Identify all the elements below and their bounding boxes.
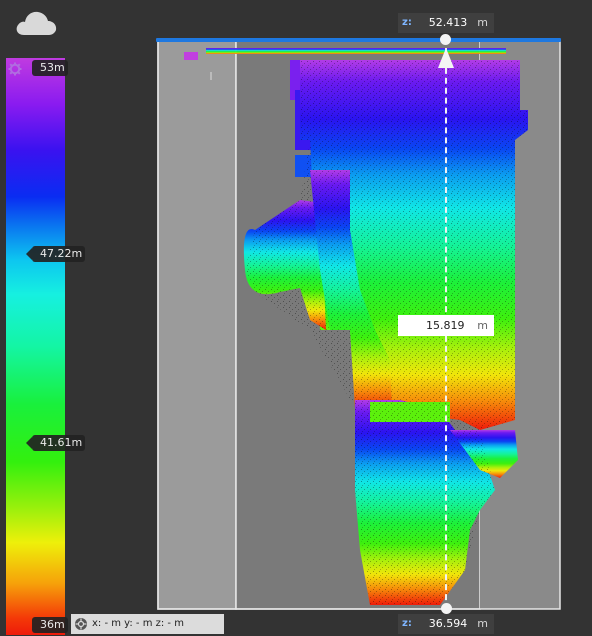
measure-distance-value: 15.819 (426, 319, 465, 332)
measure-top-point[interactable] (440, 34, 451, 45)
clip-box-left-panel (157, 40, 237, 610)
measure-distance-unit: m (477, 319, 488, 332)
elevation-color-scale (6, 58, 65, 635)
z-axis-label: z: (402, 618, 412, 629)
measure-bottom-unit: m (477, 617, 488, 630)
clipping-plane-handle[interactable] (156, 38, 561, 42)
scale-min-label: 36m (32, 617, 68, 633)
measure-top-value: 52.413 (428, 16, 468, 29)
measure-bottom-value: 36.594 (428, 617, 468, 630)
measure-arrow-icon[interactable] (437, 47, 455, 69)
z-axis-label: z: (402, 17, 412, 28)
measure-bottom-point[interactable] (441, 603, 452, 614)
measure-bottom-readout: z: 36.594 m (398, 614, 494, 634)
measure-distance-readout: 15.819 m (398, 315, 494, 336)
cursor-coordinates-bar: x: - m y: - m z: - m (71, 614, 224, 634)
scale-mid-high-label: 47.22m (25, 246, 86, 262)
gear-icon[interactable] (8, 62, 22, 76)
point-cloud-view[interactable] (150, 30, 570, 620)
scale-mid-low-label: 41.61m (25, 435, 86, 451)
measure-top-unit: m (477, 16, 488, 29)
scale-max-label: 53m (32, 60, 68, 76)
cursor-coordinates-text: x: - m y: - m z: - m (92, 618, 184, 629)
cloud-icon[interactable] (14, 8, 58, 38)
measure-top-readout: z: 52.413 m (398, 13, 494, 33)
crosshair-icon[interactable] (74, 617, 88, 631)
